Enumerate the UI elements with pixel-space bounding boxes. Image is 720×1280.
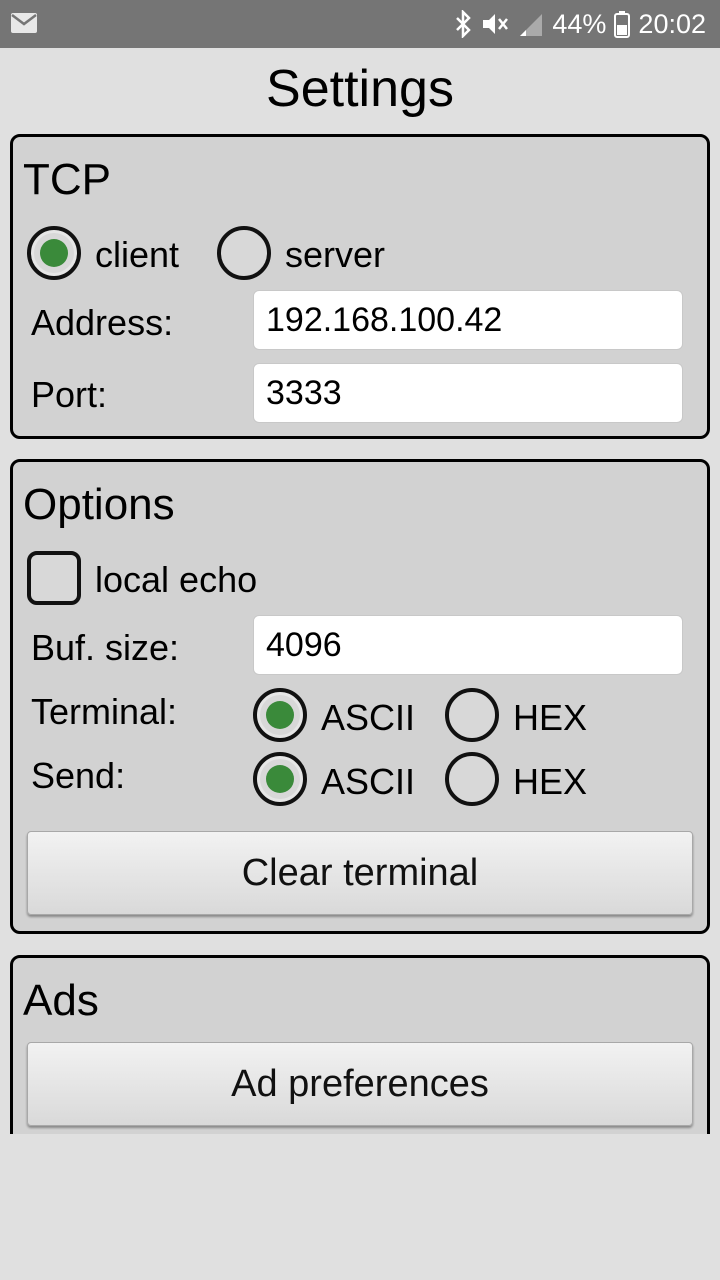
options-group: Options local echo Buf. size: 4096 Termi… xyxy=(10,459,710,934)
radio-client-label[interactable]: client xyxy=(95,233,179,277)
radio-send-hex[interactable] xyxy=(445,752,499,806)
tcp-group-title: TCP xyxy=(23,155,111,204)
battery-percent: 44% xyxy=(552,8,607,39)
radio-send-ascii-label[interactable]: ASCII xyxy=(321,760,415,804)
port-field[interactable]: 3333 xyxy=(253,363,683,423)
radio-server[interactable] xyxy=(217,226,271,280)
radio-client[interactable] xyxy=(27,226,81,280)
ads-clip: Ads Ad preferences xyxy=(0,950,720,1134)
radio-send-ascii[interactable] xyxy=(253,752,307,806)
local-echo-checkbox[interactable] xyxy=(27,551,81,605)
radio-terminal-ascii-label[interactable]: ASCII xyxy=(321,696,415,740)
address-field[interactable]: 192.168.100.42 xyxy=(253,290,683,350)
signal-icon xyxy=(520,14,543,36)
local-echo-label[interactable]: local echo xyxy=(95,558,257,602)
port-label: Port: xyxy=(31,374,108,415)
clear-terminal-button[interactable]: Clear terminal xyxy=(27,831,693,915)
bluetooth-icon xyxy=(456,10,472,38)
radio-server-label[interactable]: server xyxy=(285,233,385,277)
options-group-title: Options xyxy=(23,480,175,529)
radio-terminal-hex-label[interactable]: HEX xyxy=(513,696,587,740)
mute-icon xyxy=(483,14,509,34)
buf-size-label: Buf. size: xyxy=(31,627,180,668)
tcp-group: TCP client server Address: 192.168.100.4… xyxy=(10,134,710,439)
ad-preferences-button[interactable]: Ad preferences xyxy=(27,1042,693,1126)
battery-icon xyxy=(614,11,631,38)
address-label: Address: xyxy=(31,302,174,343)
ads-group: Ads Ad preferences xyxy=(10,955,710,1134)
ads-group-title: Ads xyxy=(23,976,99,1025)
send-label: Send: xyxy=(31,755,126,796)
mail-icon xyxy=(11,13,37,33)
status-bar: 44% 20:02 xyxy=(0,0,720,48)
radio-terminal-ascii[interactable] xyxy=(253,688,307,742)
radio-terminal-hex[interactable] xyxy=(445,688,499,742)
clock: 20:02 xyxy=(638,8,706,39)
radio-send-hex-label[interactable]: HEX xyxy=(513,760,587,804)
page-title: Settings xyxy=(266,60,454,118)
buf-size-field[interactable]: 4096 xyxy=(253,615,683,675)
terminal-label: Terminal: xyxy=(31,691,178,732)
